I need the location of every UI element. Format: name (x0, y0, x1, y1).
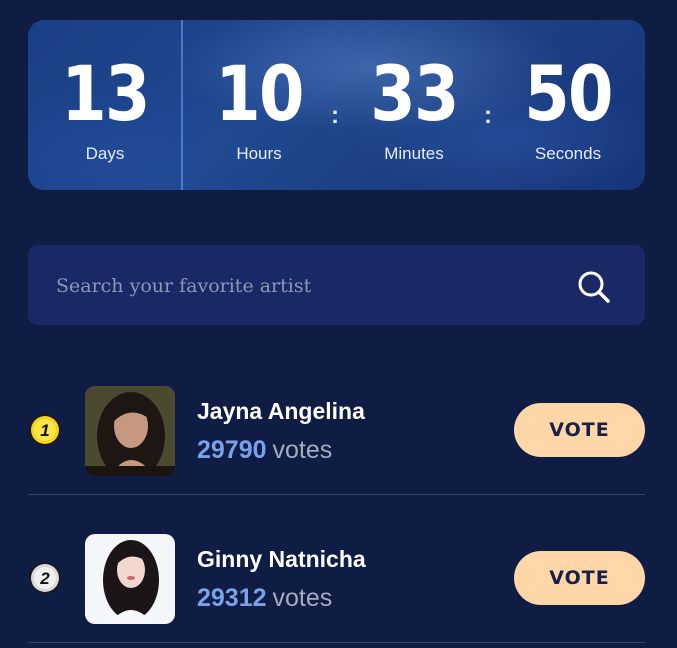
artist-row: 2 Ginny Natnicha 29312 votes VOTE (28, 534, 645, 644)
artist-photo (85, 386, 175, 476)
countdown-divider (181, 20, 183, 190)
countdown-timer: 13 Days 10 Hours : 33 Minutes : 50 Secon… (28, 20, 645, 190)
vote-count: 29312 (197, 584, 267, 612)
votes-label: votes (272, 584, 333, 612)
avatar (85, 534, 175, 624)
rank-badge: 1 (29, 414, 61, 446)
search-icon (578, 271, 610, 303)
avatar (85, 386, 175, 476)
vote-button[interactable]: VOTE (514, 403, 645, 457)
artist-name: Jayna Angelina (197, 398, 365, 424)
countdown-separator: : (331, 102, 339, 129)
rank-number: 2 (39, 569, 50, 588)
artist-photo (85, 534, 175, 624)
hours-value: 10 (215, 49, 304, 138)
vote-count-line: 29790 votes (197, 436, 332, 465)
vote-count-line: 29312 votes (197, 584, 332, 613)
votes-label: votes (272, 436, 333, 464)
seconds-value: 50 (524, 49, 613, 138)
vote-count: 29790 (197, 436, 267, 464)
rank-badge: 2 (29, 562, 61, 594)
minutes-label: Minutes (384, 144, 444, 163)
days-value: 13 (61, 49, 150, 138)
seconds-label: Seconds (534, 144, 602, 163)
hours-label: Hours (236, 144, 282, 163)
days-label: Days (85, 144, 125, 163)
search-bar (28, 245, 645, 325)
search-input[interactable] (54, 265, 558, 307)
artist-row: 1 Jayna Angelina 29790 votes VOTE (28, 386, 645, 496)
rank-number: 1 (40, 421, 49, 440)
row-divider (28, 494, 645, 495)
search-button[interactable] (574, 267, 614, 307)
voting-page: 13 Days 10 Hours : 33 Minutes : 50 Secon… (0, 0, 677, 648)
row-divider (28, 642, 645, 643)
countdown-separator: : (484, 102, 492, 129)
artist-name: Ginny Natnicha (197, 546, 366, 572)
vote-button[interactable]: VOTE (514, 551, 645, 605)
minutes-value: 33 (370, 49, 459, 138)
